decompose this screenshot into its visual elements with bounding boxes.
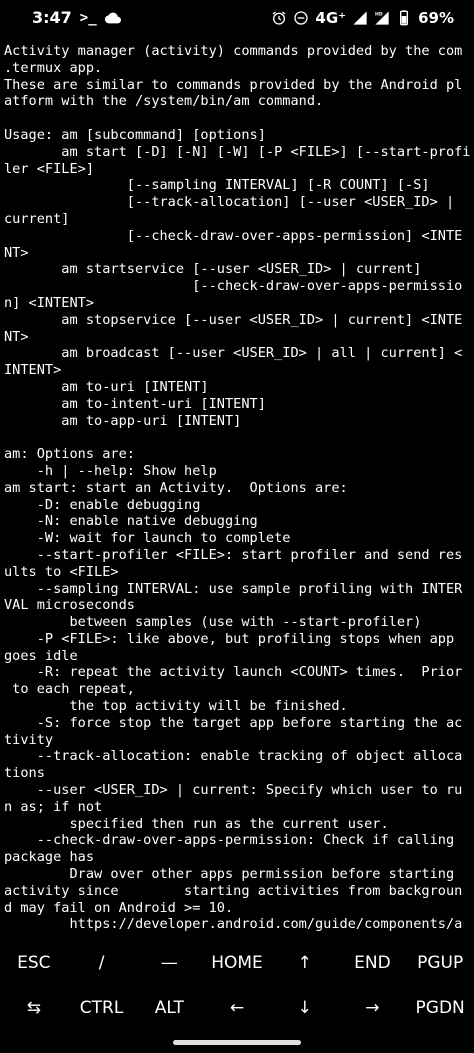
terminal-line: --check-draw-over-apps-permission: Check… <box>4 832 455 849</box>
terminal-line: VAL microseconds <box>4 597 135 614</box>
key-pgdn[interactable]: PGDN <box>406 985 474 1030</box>
terminal-line: NT> <box>4 244 29 261</box>
key-left[interactable]: ← <box>203 985 271 1030</box>
terminal-line: am to-intent-uri [INTENT] <box>4 395 266 412</box>
terminal-line: between samples (use with --start-profil… <box>4 614 422 631</box>
key-end[interactable]: END <box>339 940 407 985</box>
terminal-line: -N: enable native debugging <box>4 513 258 530</box>
terminal-line: the top activity will be finished. <box>4 698 348 715</box>
terminal-line: --user <USER_ID> | current: Specify whic… <box>4 782 463 799</box>
status-time: 3:47 <box>32 8 72 27</box>
terminal-line: current] <box>4 210 70 227</box>
key-tab[interactable]: ⇆ <box>0 985 68 1030</box>
terminal-line: [--check-draw-over-apps-permissio <box>4 278 463 295</box>
terminal-line: INTENT> <box>4 362 62 379</box>
terminal-line: Usage: am [subcommand] [options] <box>4 126 266 143</box>
terminal-line: Activity manager (activity) commands pro… <box>4 43 463 59</box>
key-up[interactable]: ↑ <box>271 940 339 985</box>
terminal-line: am stopservice [--user <USER_ID> | curre… <box>4 311 463 328</box>
terminal-line: am broadcast [--user <USER_ID> | all | c… <box>4 345 463 362</box>
terminal-line: n] <INTENT> <box>4 294 95 311</box>
terminal-output[interactable]: Activity manager (activity) commands pro… <box>4 43 472 935</box>
terminal-line: https://developer.android.com/guide/comp… <box>4 916 463 933</box>
navigation-handle[interactable] <box>173 1040 301 1045</box>
terminal-line: Draw over other apps permission before s… <box>4 866 455 883</box>
terminal-line: specified then run as the current user. <box>4 815 389 832</box>
hd-signal-icon: HD <box>374 10 390 26</box>
terminal-line: d may fail on Android >= 10. <box>4 899 234 916</box>
terminal-line: package has <box>4 849 95 866</box>
battery-percent: 69% <box>418 9 454 27</box>
terminal-line: am to-app-uri [INTENT] <box>4 412 242 429</box>
terminal-notification-icon: >_ <box>79 9 97 26</box>
alarm-icon <box>271 10 287 26</box>
terminal-line: n as; if not <box>4 798 103 815</box>
terminal-line: ults to <FILE> <box>4 563 119 580</box>
terminal-line: -P <FILE>: like above, but profiling sto… <box>4 630 455 647</box>
terminal-line: -D: enable debugging <box>4 496 201 513</box>
terminal-line: atform with the /system/bin/am command. <box>4 93 324 110</box>
key-pgup[interactable]: PGUP <box>406 940 474 985</box>
terminal-line: ler <FILE>] <box>4 160 95 177</box>
terminal-line: am: Options are: <box>4 446 135 463</box>
terminal-line: to each repeat, <box>4 681 135 698</box>
terminal-line: [--track-allocation] [--user <USER_ID> | <box>4 194 455 211</box>
key-right[interactable]: → <box>339 985 407 1030</box>
do-not-disturb-icon <box>293 10 309 26</box>
terminal-line: --start-profiler <FILE>: start profiler … <box>4 546 463 563</box>
terminal-line: -S: force stop the target app before sta… <box>4 714 463 731</box>
terminal-line: -h | --help: Show help <box>4 462 217 479</box>
key-home[interactable]: HOME <box>203 940 271 985</box>
terminal-line: tions <box>4 765 45 782</box>
status-right: 4G⁺ HD 69% <box>271 9 454 27</box>
key-alt[interactable]: ALT <box>135 985 203 1030</box>
terminal-line: am start [-D] [-N] [-W] [-P <FILE>] [--s… <box>4 143 471 160</box>
svg-text:HD: HD <box>375 11 383 17</box>
terminal-line: goes idle <box>4 647 78 664</box>
terminal-line: am startservice [--user <USER_ID> | curr… <box>4 261 422 278</box>
battery-icon <box>396 10 412 26</box>
terminal-line: .termux app. <box>4 59 103 76</box>
status-bar: 3:47 >_ 4G⁺ HD 69% <box>0 0 474 40</box>
signal-icon <box>352 10 368 26</box>
terminal-line: tivity <box>4 731 54 748</box>
terminal-line: -R: repeat the activity launch <COUNT> t… <box>4 664 463 681</box>
terminal-line: --track-allocation: enable tracking of o… <box>4 748 463 765</box>
terminal-line: am start: start an Activity. Options are… <box>4 479 348 496</box>
key-down[interactable]: ↓ <box>271 985 339 1030</box>
key-slash[interactable]: / <box>68 940 136 985</box>
extra-keys-bar: ESC / — HOME ↑ END PGUP ⇆ CTRL ALT ← ↓ → PGDN <box>0 940 474 1030</box>
terminal-line: [--sampling INTERVAL] [-R COUNT] [-S] <box>4 177 430 194</box>
key-ctrl[interactable]: CTRL <box>68 985 136 1030</box>
key-esc[interactable]: ESC <box>0 940 68 985</box>
network-type: 4G⁺ <box>315 9 347 27</box>
status-left: 3:47 >_ <box>32 8 121 27</box>
key-dash[interactable]: — <box>135 940 203 985</box>
terminal-line: --sampling INTERVAL: use sample profilin… <box>4 580 463 597</box>
cloud-icon <box>104 10 121 26</box>
terminal-line: These are similar to commands provided b… <box>4 76 463 93</box>
terminal-line: NT> <box>4 328 29 345</box>
terminal-line: -W: wait for launch to complete <box>4 530 291 547</box>
terminal-line: activity since starting activities from … <box>4 882 463 899</box>
terminal-line: [--check-draw-over-apps-permission] <INT… <box>4 227 463 244</box>
terminal-line: am to-uri [INTENT] <box>4 378 209 395</box>
